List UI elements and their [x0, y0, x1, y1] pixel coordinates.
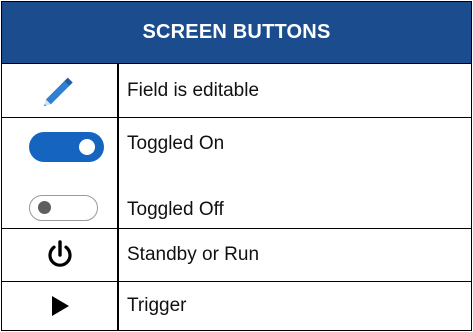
- table-header: SCREEN BUTTONS: [1, 1, 472, 64]
- row-label-standby: Standby or Run: [127, 244, 260, 265]
- label-cell-power: Standby or Run: [118, 229, 472, 282]
- row-label-trigger: Trigger: [127, 295, 187, 316]
- toggle-on-icon: [29, 132, 104, 162]
- row-label-editable: Field is editable: [127, 79, 260, 101]
- label-cell-toggles: Toggled On Toggled Off: [118, 118, 472, 229]
- toggle-off-knob: [38, 201, 51, 214]
- toggle-off-icon: [29, 195, 98, 221]
- icon-cell-edit: [1, 64, 118, 118]
- icon-cell-play: [1, 282, 118, 331]
- toggle-on-knob: [79, 139, 95, 155]
- icon-cell-power: [1, 229, 118, 282]
- icon-cell-toggles: [1, 118, 118, 229]
- screen-buttons-legend: SCREEN BUTTONS Field is editable Toggled…: [0, 0, 473, 332]
- power-icon: [47, 240, 72, 267]
- pencil-icon: [43, 77, 73, 106]
- row-label-toggled-off: Toggled Off: [127, 199, 224, 220]
- label-cell-edit: Field is editable: [118, 64, 472, 118]
- header-title: SCREEN BUTTONS: [142, 21, 331, 43]
- play-icon: [51, 296, 69, 316]
- row-label-toggled-on: Toggled On: [127, 133, 225, 154]
- label-cell-play: Trigger: [118, 282, 472, 331]
